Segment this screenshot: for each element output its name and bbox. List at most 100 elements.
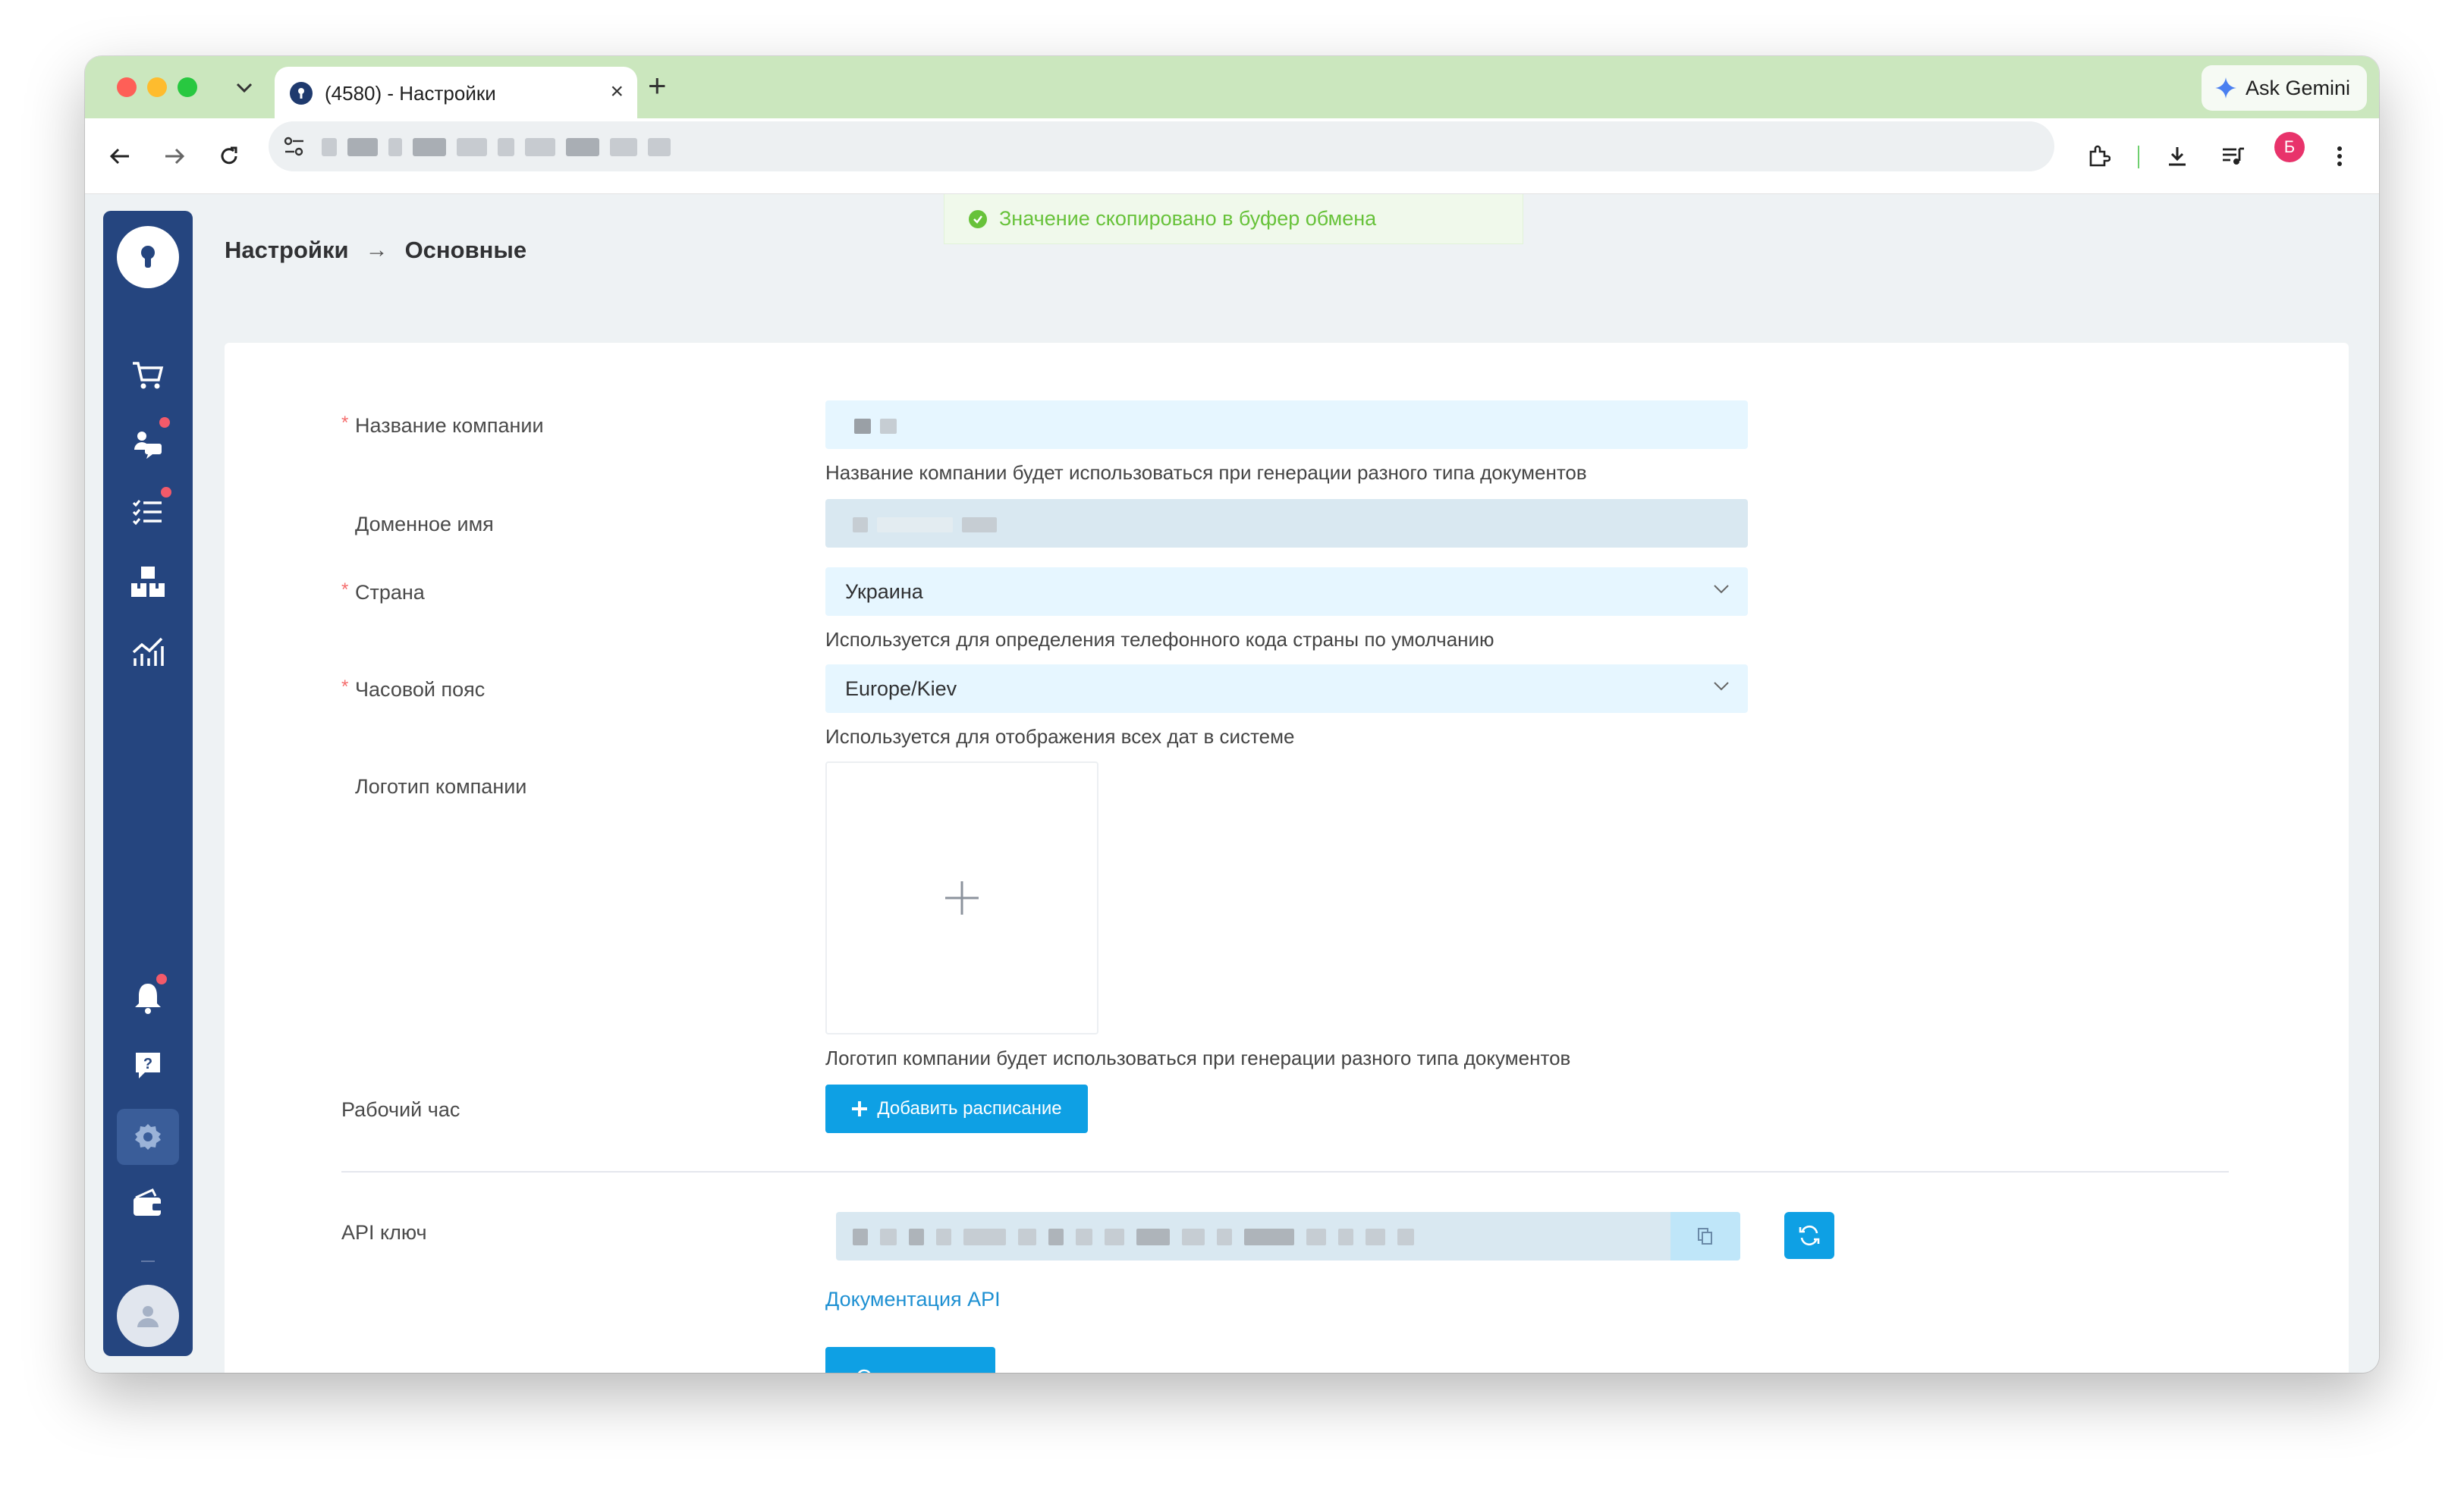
- toolbar-divider: [2138, 146, 2139, 168]
- breadcrumb-parent[interactable]: Настройки: [225, 237, 349, 264]
- api-docs-link[interactable]: Документация API: [825, 1288, 1001, 1311]
- notification-dot: [156, 974, 167, 984]
- api-key-label: API ключ: [341, 1221, 427, 1244]
- browser-tab-active[interactable]: (4580) - Настройки ×: [275, 67, 637, 118]
- customers-icon: [134, 432, 162, 459]
- timezone-hint: Используется для отображения всех дат в …: [825, 725, 1295, 748]
- user-avatar[interactable]: [117, 1285, 179, 1347]
- new-tab-button[interactable]: +: [648, 67, 667, 105]
- app-logo[interactable]: [117, 226, 179, 288]
- close-window-button[interactable]: [117, 77, 137, 97]
- svg-text:?: ?: [143, 1056, 152, 1072]
- company-name-hint: Название компании будет использоваться п…: [825, 461, 1587, 484]
- copy-icon: [1698, 1228, 1712, 1245]
- sidebar-item-finance[interactable]: [117, 1176, 179, 1232]
- api-key-input[interactable]: [836, 1212, 1670, 1261]
- sidebar: ?: [103, 211, 193, 1356]
- breadcrumb-separator: →: [365, 237, 388, 262]
- settings-form-card: * Название компании Название компании бу…: [225, 343, 2349, 1373]
- site-favicon-icon: [290, 82, 313, 105]
- site-settings-icon[interactable]: [282, 135, 306, 158]
- plus-icon: [852, 1101, 868, 1116]
- notification-dot: [159, 417, 170, 428]
- url-text-redacted: [322, 138, 671, 156]
- browser-menu-button[interactable]: [2320, 137, 2359, 176]
- notification-dot: [161, 487, 171, 498]
- domain-value-redacted: [853, 517, 997, 532]
- timezone-select[interactable]: Europe/Kiev: [825, 664, 1748, 713]
- sidebar-item-help[interactable]: ?: [117, 1038, 179, 1094]
- sidebar-item-tasks[interactable]: [117, 484, 179, 540]
- required-mark: *: [341, 413, 349, 433]
- required-mark: *: [341, 579, 349, 600]
- chevron-down-icon: [236, 83, 253, 93]
- save-button[interactable]: Сохранить: [825, 1347, 995, 1373]
- gemini-sparkle-icon: [2214, 77, 2236, 99]
- reload-icon: [221, 146, 237, 165]
- breadcrumb: Настройки → Основные: [225, 237, 526, 264]
- cart-icon: [133, 362, 164, 389]
- sidebar-item-customers[interactable]: [117, 416, 179, 472]
- maximize-window-button[interactable]: [178, 77, 197, 97]
- help-icon: ?: [136, 1053, 160, 1078]
- arrow-left-icon: [109, 148, 129, 165]
- toast-message: Значение скопировано в буфер обмена: [999, 207, 1377, 230]
- app-page: ? Настройки → Основные Значение скопиров…: [85, 194, 2379, 1373]
- required-mark: *: [341, 677, 349, 697]
- ask-gemini-button[interactable]: Ask Gemini: [2201, 65, 2367, 111]
- logo-hint: Логотип компании будет использоваться пр…: [825, 1047, 1571, 1069]
- tab-title: (4580) - Настройки: [325, 82, 496, 105]
- address-bar[interactable]: [269, 121, 2054, 171]
- logo-icon: [141, 246, 155, 268]
- media-control-button[interactable]: [2214, 137, 2253, 176]
- download-icon: [2169, 147, 2186, 166]
- breadcrumb-current: Основные: [404, 237, 527, 263]
- logo-uploader[interactable]: [825, 761, 1098, 1034]
- api-key-value-redacted: [853, 1229, 1414, 1245]
- forward-button[interactable]: [155, 137, 194, 176]
- add-schedule-button[interactable]: Добавить расписание: [825, 1085, 1088, 1133]
- playlist-music-icon: [2223, 147, 2244, 165]
- sidebar-item-analytics[interactable]: [117, 623, 179, 680]
- browser-tabbar: (4580) - Настройки × + Ask Gemini: [85, 56, 2379, 118]
- plus-icon: [945, 881, 979, 915]
- reload-button[interactable]: [209, 137, 249, 176]
- domain-label: Доменное имя: [355, 513, 494, 535]
- sidebar-item-warehouse[interactable]: [117, 554, 179, 610]
- sidebar-item-notifications[interactable]: [117, 969, 179, 1025]
- sidebar-item-settings[interactable]: [117, 1109, 179, 1165]
- regenerate-api-key-button[interactable]: [1784, 1212, 1834, 1259]
- warehouse-icon: [131, 567, 165, 597]
- refresh-icon: [1799, 1225, 1820, 1246]
- gear-icon: [135, 1124, 161, 1150]
- country-select[interactable]: Украина: [825, 567, 1748, 616]
- tab-search-button[interactable]: [228, 71, 261, 105]
- success-check-icon: [969, 209, 987, 228]
- section-divider: [341, 1171, 2229, 1173]
- logo-label: Логотип компании: [355, 775, 527, 798]
- back-button[interactable]: [100, 137, 140, 176]
- browser-window: (4580) - Настройки × + Ask Gemini Б ? На…: [85, 56, 2379, 1373]
- toast-notification: Значение скопировано в буфер обмена: [944, 194, 1523, 244]
- tasks-icon: [132, 500, 162, 526]
- puzzle-icon: [2089, 145, 2110, 167]
- country-label: * Страна: [341, 579, 425, 604]
- sidebar-item-orders[interactable]: [117, 347, 179, 403]
- analytics-icon: [132, 637, 164, 666]
- downloads-button[interactable]: [2158, 137, 2197, 176]
- timezone-selected-value: Europe/Kiev: [845, 677, 957, 700]
- domain-input: [825, 499, 1748, 548]
- user-icon: [137, 1306, 159, 1327]
- company-name-input[interactable]: [825, 400, 1748, 449]
- extensions-button[interactable]: [2079, 137, 2118, 176]
- sidebar-divider: [141, 1261, 155, 1262]
- working-hours-label: Рабочий час: [341, 1098, 460, 1121]
- copy-api-key-button[interactable]: [1670, 1212, 1740, 1261]
- country-selected-value: Украина: [845, 580, 923, 603]
- profile-avatar[interactable]: Б: [2274, 132, 2305, 162]
- company-name-label: * Название компании: [341, 413, 544, 437]
- chevron-down-icon: [1714, 682, 1729, 691]
- minimize-window-button[interactable]: [147, 77, 167, 97]
- wallet-icon: [134, 1188, 162, 1216]
- tab-close-icon[interactable]: ×: [610, 79, 624, 105]
